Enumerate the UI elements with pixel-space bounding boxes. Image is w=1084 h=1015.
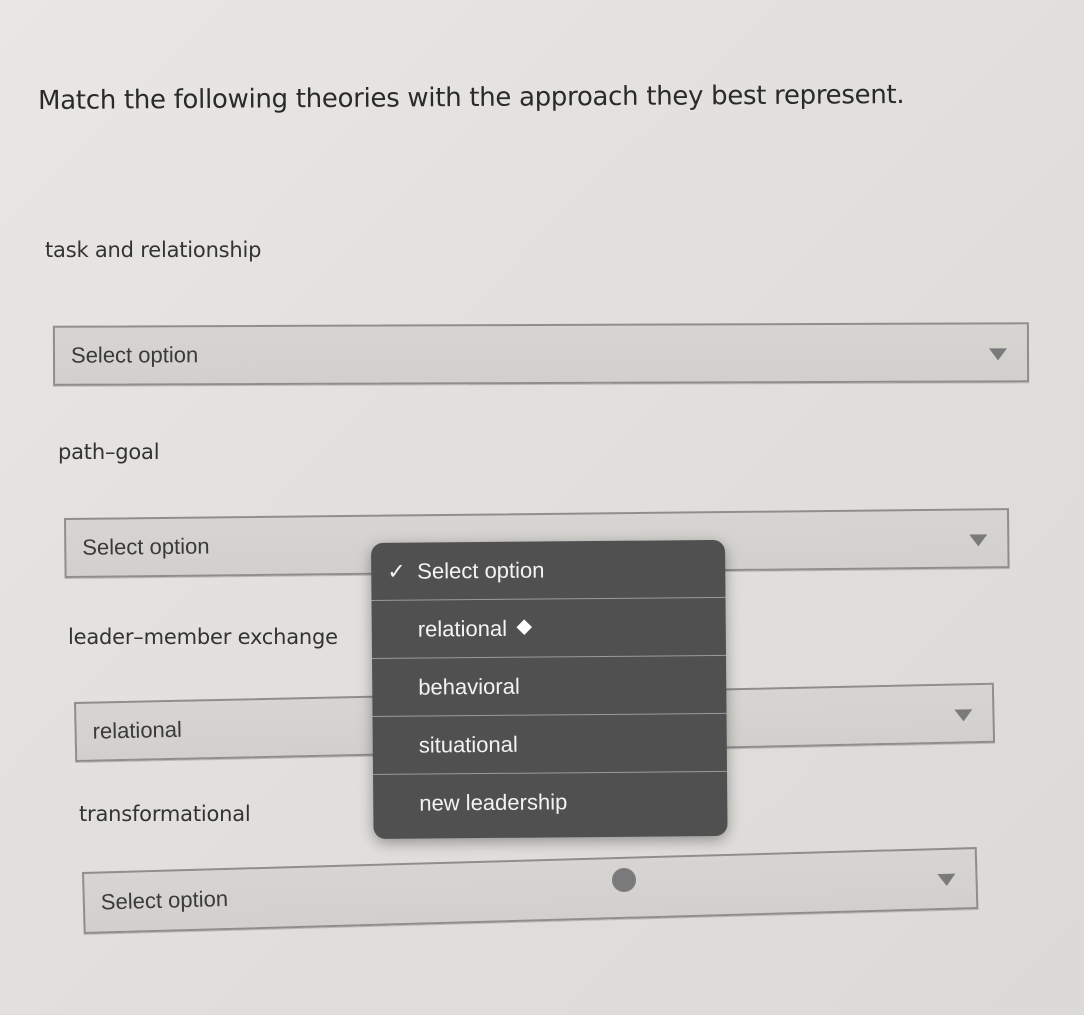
chevron-down-icon bbox=[954, 709, 973, 722]
select-value: relational bbox=[92, 716, 183, 744]
select-value: Select option bbox=[100, 885, 229, 915]
select-transformational[interactable]: Select option bbox=[82, 847, 979, 934]
chevron-down-icon bbox=[969, 534, 988, 547]
theory-label-leader-member-exchange: leader–member exchange bbox=[68, 625, 338, 649]
option-label-wrap: relational bbox=[417, 615, 533, 642]
checkmark-icon: ✓ bbox=[387, 558, 406, 584]
dropdown-option-relational[interactable]: relational bbox=[371, 597, 726, 659]
select-task-and-relationship[interactable]: Select option bbox=[52, 322, 1030, 386]
chevron-down-icon bbox=[937, 873, 956, 887]
dropdown-option-new-leadership[interactable]: new leadership bbox=[373, 772, 727, 833]
theory-label-task-and-relationship: task and relationship bbox=[45, 238, 262, 262]
dropdown-option-situational[interactable]: situational bbox=[372, 713, 728, 775]
touch-cursor bbox=[612, 868, 636, 892]
dropdown-option-select-option[interactable]: ✓ Select option bbox=[371, 539, 726, 601]
question-text: Match the following theories with the ap… bbox=[38, 79, 905, 116]
diamond-icon bbox=[516, 619, 533, 636]
option-label: situational bbox=[418, 731, 518, 758]
option-label: Select option bbox=[417, 556, 545, 584]
chevron-down-icon bbox=[988, 348, 1008, 361]
option-label: behavioral bbox=[418, 673, 520, 700]
dropdown-menu: ✓ Select option relational behavioral si… bbox=[371, 539, 728, 839]
theory-label-transformational: transformational bbox=[79, 802, 251, 826]
select-value: Select option bbox=[70, 342, 199, 368]
dropdown-option-behavioral[interactable]: behavioral bbox=[372, 655, 727, 717]
option-label: relational bbox=[417, 615, 508, 642]
option-label: new leadership bbox=[419, 789, 568, 816]
theory-label-path-goal: path–goal bbox=[58, 440, 160, 464]
select-value: Select option bbox=[82, 533, 210, 560]
